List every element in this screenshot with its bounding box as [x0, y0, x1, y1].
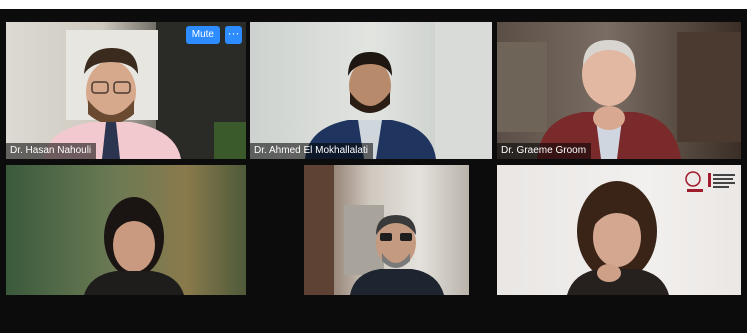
participant-tile-graeme-groom[interactable]: Dr. Graeme Groom: [497, 22, 741, 159]
participant-tile-4[interactable]: [6, 165, 246, 295]
university-logo: [685, 171, 735, 192]
participant-video-4: [84, 197, 184, 295]
participant-video-6: [567, 171, 735, 295]
participant-video-graeme-groom: [497, 32, 741, 159]
participant-video-5: [304, 165, 444, 295]
participant-tile-hasan-nahouli[interactable]: Dr. Hasan Nahouli Mute ···: [6, 22, 246, 159]
participant-tile-6[interactable]: [497, 165, 741, 295]
video-call-window: Dr. Hasan Nahouli Mute ··· Dr. Ahmed El …: [0, 9, 747, 333]
participant-video-ahmed-el-mokhallalati: [305, 22, 492, 159]
participant-tile-ahmed-el-mokhallalati[interactable]: Dr. Ahmed El Mokhallalati: [250, 22, 492, 159]
participant-tile-5[interactable]: [304, 165, 469, 295]
ellipsis-icon[interactable]: ···: [225, 26, 242, 44]
participant-name-label: Dr. Ahmed El Mokhallalati: [250, 143, 373, 159]
mute-button[interactable]: Mute: [185, 26, 220, 44]
participant-name-label: Dr. Graeme Groom: [497, 143, 592, 159]
participant-name-label: Dr. Hasan Nahouli: [6, 143, 97, 159]
